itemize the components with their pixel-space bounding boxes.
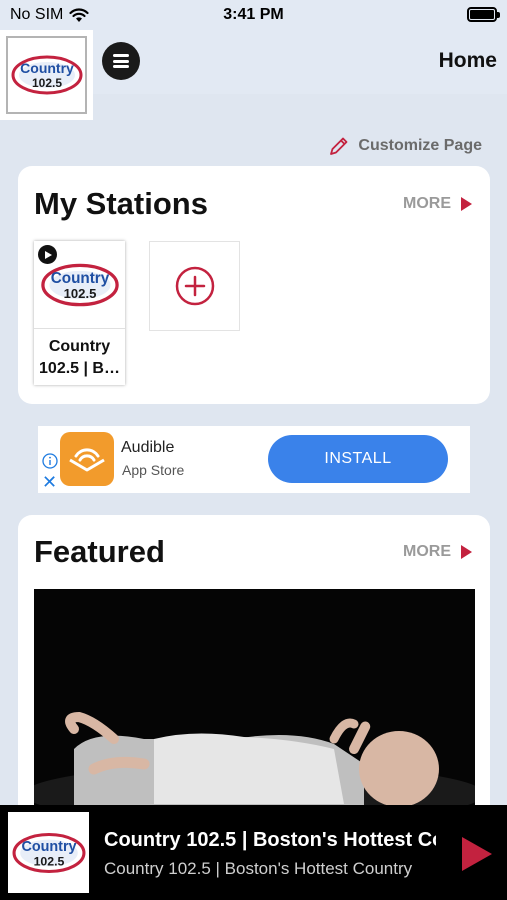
- page-title: Home: [438, 49, 497, 72]
- chevron-right-icon: [461, 197, 472, 211]
- player-station-logo: Country 102.5: [8, 812, 89, 893]
- add-circle-icon: [175, 266, 214, 306]
- audible-app-icon: [60, 432, 114, 486]
- logo-number: 102.5: [63, 286, 96, 301]
- status-time: 3:41 PM: [223, 6, 284, 23]
- ad-app-name: Audible: [121, 439, 175, 456]
- hamburger-menu-icon: [113, 54, 129, 68]
- more-label: MORE: [403, 543, 451, 560]
- country-logo-icon: Country 102.5: [11, 55, 82, 95]
- station-tile[interactable]: Country 102.5 Country 102.5 | B…: [34, 241, 125, 385]
- logo-number: 102.5: [31, 76, 61, 90]
- logo-number: 102.5: [33, 854, 64, 868]
- customize-page-button[interactable]: Customize Page: [328, 135, 482, 157]
- featured-image[interactable]: [34, 589, 475, 809]
- status-bar: No SIM 3:41 PM: [0, 0, 507, 30]
- close-icon[interactable]: ✕: [42, 473, 57, 491]
- pencil-icon: [330, 137, 348, 155]
- play-icon[interactable]: [38, 245, 57, 264]
- featured-title: Featured: [34, 534, 165, 569]
- install-button[interactable]: INSTALL: [268, 435, 448, 483]
- battery-icon: [467, 7, 500, 22]
- info-icon[interactable]: [42, 453, 58, 469]
- country-logo-icon: Country 102.5: [12, 832, 85, 873]
- my-stations-title: My Stations: [34, 186, 208, 221]
- customize-label: Customize Page: [358, 137, 482, 154]
- featured-card: Featured MORE: [18, 515, 490, 845]
- station-name: Country 102.5 | B…: [39, 338, 120, 377]
- baby-photo: [34, 589, 475, 809]
- station-logo[interactable]: Country 102.5: [0, 30, 93, 120]
- ad-store-label: App Store: [122, 462, 185, 478]
- chevron-right-icon: [461, 545, 472, 559]
- more-label: MORE: [403, 195, 451, 212]
- now-playing-subtitle: Country 102.5 | Boston's Hottest Country: [104, 859, 413, 878]
- featured-more-link[interactable]: MORE: [403, 543, 472, 561]
- my-stations-more-link[interactable]: MORE: [403, 195, 472, 213]
- now-playing-bar[interactable]: Country 102.5 Country 102.5 | Boston's H…: [0, 805, 507, 900]
- play-icon[interactable]: [462, 837, 492, 871]
- hamburger-menu-button[interactable]: [102, 42, 140, 80]
- now-playing-title: Country 102.5 | Boston's Hottest Country: [104, 829, 436, 851]
- add-station-button[interactable]: [149, 241, 240, 331]
- logo-word: Country: [20, 60, 74, 76]
- logo-word: Country: [50, 269, 109, 286]
- my-stations-card: My Stations MORE Country 102.5 Country 1…: [18, 166, 490, 404]
- logo-word: Country: [21, 838, 76, 854]
- country-logo-icon: Country 102.5: [40, 263, 119, 306]
- ad-banner[interactable]: ✕ Audible App Store INSTALL: [38, 426, 470, 493]
